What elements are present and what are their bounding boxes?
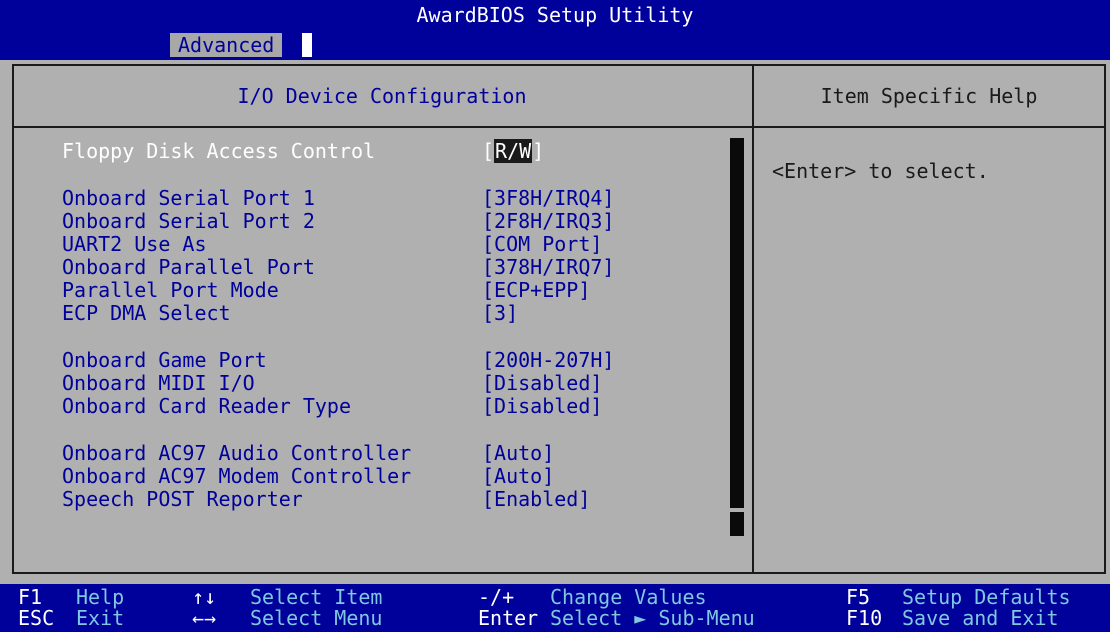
setting-value[interactable]: [Enabled] (482, 488, 590, 511)
key-desc: Change Values (550, 585, 707, 609)
key-desc: Select ► Sub-Menu (550, 606, 755, 630)
setting-parallel-port[interactable]: Onboard Parallel Port [378H/IRQ7] (62, 255, 614, 279)
setting-value[interactable]: [COM Port] (482, 233, 602, 256)
setting-value[interactable]: [Auto] (482, 442, 554, 465)
setting-serial-port-2[interactable]: Onboard Serial Port 2 [2F8H/IRQ3] (62, 209, 614, 233)
setting-card-reader[interactable]: Onboard Card Reader Type [Disabled] (62, 394, 602, 418)
footer-setup-defaults: F5 Setup Defaults (846, 587, 1071, 607)
setting-value[interactable]: [ECP+EPP] (482, 279, 590, 302)
setting-label: UART2 Use As (62, 232, 207, 256)
app-title: AwardBIOS Setup Utility (416, 3, 694, 27)
footer-keys: F1 Help ESC Exit ↑↓ Select Item ←→ Selec… (0, 584, 1110, 632)
setting-value[interactable]: [3] (482, 302, 518, 325)
setting-ecp-dma[interactable]: ECP DMA Select [3] (62, 301, 518, 325)
setting-label: Onboard Game Port (62, 348, 267, 372)
setting-label: ECP DMA Select (62, 301, 231, 325)
setting-label: Speech POST Reporter (62, 487, 303, 511)
footer-sub-menu: Enter Select ► Sub-Menu (478, 606, 755, 630)
key-esc: ESC (18, 606, 55, 630)
setting-label: Onboard AC97 Audio Controller (62, 441, 412, 465)
setting-midi-io[interactable]: Onboard MIDI I/O [Disabled] (62, 371, 602, 395)
setting-label: Onboard AC97 Modem Controller (62, 464, 412, 488)
key-enter: Enter (478, 606, 539, 630)
setting-value[interactable]: [Auto] (482, 465, 554, 488)
setting-value[interactable]: [R/W] (482, 139, 544, 163)
footer-save-exit: F10 Save and Exit (846, 606, 1059, 630)
setting-speech-post[interactable]: Speech POST Reporter [Enabled] (62, 487, 590, 511)
help-text: <Enter> to select. (772, 159, 989, 183)
footer-select-menu: ←→ Select Menu (192, 606, 382, 630)
setting-label: Onboard Serial Port 2 (62, 209, 315, 233)
setting-label: Onboard MIDI I/O (62, 371, 255, 395)
key-leftright: ←→ (192, 606, 217, 630)
tab-advanced-label: Advanced (178, 33, 275, 57)
setting-value[interactable]: [378H/IRQ7] (482, 256, 614, 279)
title-bar: AwardBIOS Setup Utility (0, 0, 1110, 30)
setting-value[interactable]: [2F8H/IRQ3] (482, 210, 614, 233)
scrollbar-thumb[interactable] (730, 512, 744, 536)
down-triangle-icon[interactable] (730, 488, 744, 500)
footer-select-item: ↑↓ Select Item (192, 587, 382, 607)
key-desc: Save and Exit (902, 606, 1059, 630)
setting-game-port[interactable]: Onboard Game Port [200H-207H] (62, 348, 614, 372)
key-desc: Exit (76, 606, 125, 630)
footer-exit: ESC Exit (18, 606, 124, 630)
key-f10: F10 (846, 606, 883, 630)
setting-parallel-port-mode[interactable]: Parallel Port Mode [ECP+EPP] (62, 278, 590, 302)
setting-label: Floppy Disk Access Control (62, 139, 376, 163)
setting-label: Onboard Serial Port 1 (62, 186, 315, 210)
setting-serial-port-1[interactable]: Onboard Serial Port 1 [3F8H/IRQ4] (62, 186, 614, 210)
setting-label: Parallel Port Mode (62, 278, 279, 302)
key-desc: Select Item (250, 585, 383, 609)
footer-change-values: -/+ Change Values (478, 587, 707, 607)
setting-ac97-modem[interactable]: Onboard AC97 Modem Controller [Auto] (62, 464, 554, 488)
header-divider (14, 126, 1104, 128)
help-title: Item Specific Help (820, 84, 1038, 108)
menu-tab-marker (302, 33, 312, 57)
setting-floppy-access[interactable]: Floppy Disk Access Control [R/W] (62, 139, 544, 163)
setting-value[interactable]: [Disabled] (482, 372, 602, 395)
selected-value-highlight[interactable]: R/W (494, 139, 533, 163)
key-desc: Select Menu (250, 606, 383, 630)
setting-ac97-audio[interactable]: Onboard AC97 Audio Controller [Auto] (62, 441, 554, 465)
key-desc: Help (76, 585, 125, 609)
key-desc: Setup Defaults (902, 585, 1071, 609)
setting-value[interactable]: [200H-207H] (482, 349, 614, 372)
setting-value[interactable]: [3F8H/IRQ4] (482, 187, 614, 210)
column-divider (752, 66, 754, 572)
setting-label: Onboard Card Reader Type (62, 394, 351, 418)
setting-label: Onboard Parallel Port (62, 255, 315, 279)
tab-advanced[interactable]: Advanced (170, 33, 283, 57)
setting-uart2-use-as[interactable]: UART2 Use As [COM Port] (62, 232, 602, 256)
setting-value[interactable]: [Disabled] (482, 395, 602, 418)
footer-help: F1 Help (18, 587, 124, 607)
panel-title: I/O Device Configuration (237, 84, 527, 108)
scrollbar[interactable] (730, 138, 744, 508)
menu-bar: Advanced (0, 30, 1110, 60)
